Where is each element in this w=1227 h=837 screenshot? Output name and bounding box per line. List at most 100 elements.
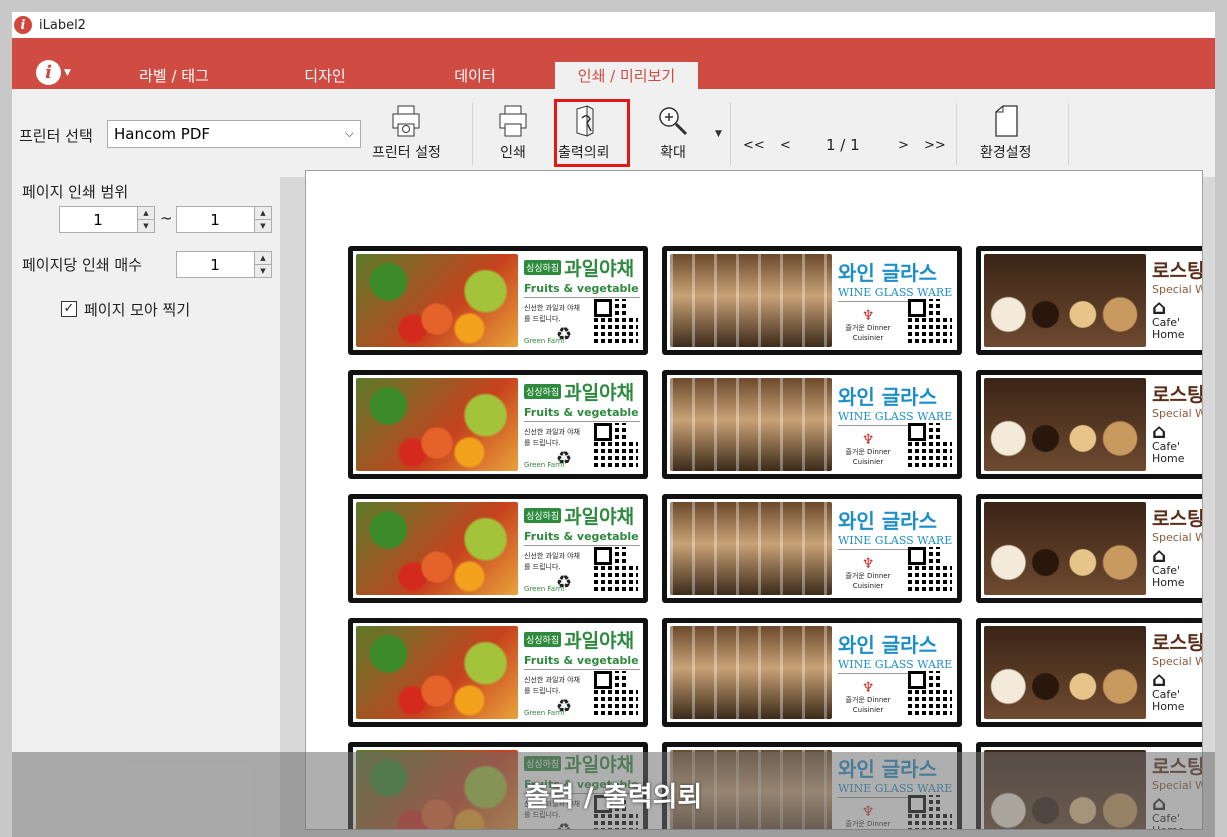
cafe-title: 로스팅 bbox=[1152, 508, 1203, 530]
cafe-home: ⌂Cafe'Home bbox=[1152, 297, 1184, 341]
wine-info: 와인 글라스WINE GLASS WARE♆즐거운 DinnerCuisinie… bbox=[832, 378, 954, 471]
chevron-down-icon: ▼ bbox=[64, 67, 71, 78]
fruit-subtitle: Fruits & vegetable bbox=[524, 282, 640, 298]
tab-label-tag[interactable]: 라벨 / 태그 bbox=[104, 62, 244, 89]
printer-select[interactable]: Hancom PDF ⌵ bbox=[107, 120, 361, 148]
spin-down-icon[interactable]: ▼ bbox=[255, 264, 271, 277]
wine-photo bbox=[670, 502, 832, 595]
fruit-photo bbox=[356, 378, 518, 471]
page-range-label: 페이지 인쇄 범위 bbox=[22, 183, 129, 201]
fruit-label: 싱싱하침과일야채 Fruits & vegetable 신선한 과일과 야채를 드립… bbox=[348, 370, 648, 479]
label-grid: 싱싱하침 과일야채 Fruits & vegetable 신선한 과일과 야채를 드립… bbox=[348, 246, 1203, 829]
qr-code-icon bbox=[594, 547, 638, 591]
cafe-photo bbox=[984, 378, 1146, 471]
toolbar-divider bbox=[472, 103, 473, 165]
tab-design[interactable]: 디자인 bbox=[255, 62, 395, 89]
print-button[interactable]: 인쇄 bbox=[494, 103, 532, 162]
spin-up-icon[interactable]: ▲ bbox=[138, 207, 154, 219]
fruit-title: 과일야채 bbox=[564, 382, 635, 404]
settings-button[interactable]: 환경설정 bbox=[980, 103, 1032, 162]
spin-down-icon[interactable]: ▼ bbox=[255, 219, 271, 232]
prev-page-button[interactable]: < bbox=[780, 138, 791, 153]
wine-chef: ♆즐거운 Dinner Cuisinier bbox=[838, 557, 898, 591]
collate-checkbox[interactable]: ✓ bbox=[61, 301, 77, 317]
recycle-icon: ♻ bbox=[556, 572, 573, 593]
tab-print-preview[interactable]: 인쇄 / 미리보기 bbox=[555, 62, 698, 89]
wine-line2: Cuisinier bbox=[852, 706, 884, 714]
first-page-button[interactable]: << bbox=[743, 138, 765, 153]
cafe-label: 로스팅Special W⌂Cafe'Home bbox=[976, 494, 1203, 603]
wine-line1: 즐거운 Dinner bbox=[845, 324, 891, 332]
fruit-label: 싱싱하침과일야채 Fruits & vegetable 신선한 과일과 야채를 드립… bbox=[348, 618, 648, 727]
wine-line1: 즐거운 Dinner bbox=[845, 448, 891, 456]
fruit-desc: 신선한 과일과 야채를 드립니다. bbox=[524, 676, 580, 695]
cafe-title: 로스팅 bbox=[1152, 260, 1203, 282]
wine-line2: Cuisinier bbox=[852, 582, 884, 590]
collate-label: 페이지 모아 찍기 bbox=[84, 301, 191, 319]
qr-code-icon bbox=[594, 671, 638, 715]
copies-spinner[interactable]: 1 ▲ ▼ bbox=[176, 251, 272, 278]
spin-up-icon[interactable]: ▲ bbox=[255, 252, 271, 264]
cafe-home: ⌂Cafe'Home bbox=[1152, 669, 1184, 713]
wine-title: 와인 글라스 bbox=[838, 385, 937, 409]
spin-up-icon[interactable]: ▲ bbox=[255, 207, 271, 219]
printer-select-value: Hancom PDF bbox=[114, 125, 211, 143]
chevron-down-icon: ⌵ bbox=[344, 126, 354, 140]
zoom-dropdown-icon[interactable]: ▼ bbox=[715, 129, 722, 139]
cafe-photo bbox=[984, 254, 1146, 347]
window-title: iLabel2 bbox=[39, 17, 86, 33]
recycle-icon: ♻ bbox=[556, 448, 573, 469]
info-icon: i bbox=[36, 60, 61, 85]
house-icon: ⌂ bbox=[1152, 667, 1167, 691]
wine-line2: Cuisinier bbox=[852, 458, 884, 466]
range-from-spinner[interactable]: 1 ▲ ▼ bbox=[59, 206, 155, 233]
fruit-subtitle: Fruits & vegetable bbox=[524, 654, 640, 670]
last-page-button[interactable]: >> bbox=[924, 138, 946, 153]
title-bar: i iLabel2 bbox=[12, 12, 1215, 38]
toolbar: 프린터 선택 Hancom PDF ⌵ 프린터 설정 인쇄 출력의뢰 확대 ▼ … bbox=[12, 89, 1215, 177]
cafe-line2: Home bbox=[1152, 576, 1185, 589]
next-page-button[interactable]: > bbox=[898, 138, 909, 153]
cafe-line2: Home bbox=[1152, 452, 1185, 465]
cafe-home: ⌂Cafe'Home bbox=[1152, 421, 1184, 465]
toolbar-divider bbox=[1068, 103, 1069, 165]
fruit-photo bbox=[356, 254, 518, 347]
qr-code-icon bbox=[908, 299, 952, 343]
app-menu-button[interactable]: i ▼ bbox=[36, 60, 71, 85]
recycle-icon: ♻ bbox=[556, 324, 573, 345]
cafe-info: 로스팅Special W⌂Cafe'Home bbox=[1146, 254, 1203, 347]
house-icon: ⌂ bbox=[1152, 419, 1167, 443]
printer-label: 프린터 선택 bbox=[19, 127, 93, 145]
range-separator: ~ bbox=[160, 209, 173, 227]
wine-photo bbox=[670, 254, 832, 347]
spin-down-icon[interactable]: ▼ bbox=[138, 219, 154, 232]
document-icon bbox=[995, 105, 1018, 137]
cafe-info: 로스팅Special W⌂Cafe'Home bbox=[1146, 502, 1203, 595]
cafe-title: 로스팅 bbox=[1152, 384, 1203, 406]
qr-code-icon bbox=[908, 423, 952, 467]
fruit-title: 과일야채 bbox=[564, 506, 635, 528]
cafe-home: ⌂Cafe'Home bbox=[1152, 545, 1184, 589]
chef-icon: ♆ bbox=[861, 432, 875, 448]
wine-label: 와인 글라스WINE GLASS WARE♆즐거운 DinnerCuisinie… bbox=[662, 494, 962, 603]
wine-chef: ♆즐거운 Dinner Cuisinier bbox=[838, 681, 898, 715]
fruit-badge: 싱싱하침 bbox=[524, 384, 562, 399]
house-icon: ⌂ bbox=[1152, 543, 1167, 567]
fruit-label: 싱싱하침과일야채 Fruits & vegetable 신선한 과일과 야채를 드립… bbox=[348, 246, 648, 355]
print-label: 인쇄 bbox=[500, 145, 526, 161]
fruit-subtitle: Fruits & vegetable bbox=[524, 406, 640, 422]
fruit-photo bbox=[356, 502, 518, 595]
menu-bar: i ▼ 라벨 / 태그 디자인 데이터 인쇄 / 미리보기 bbox=[12, 38, 1215, 89]
wine-line1: 즐거운 Dinner bbox=[845, 572, 891, 580]
tab-data[interactable]: 데이터 bbox=[405, 62, 545, 89]
wine-info: 와인 글라스WINE GLASS WARE♆즐거운 DinnerCuisinie… bbox=[832, 502, 954, 595]
wine-label: 와인 글라스WINE GLASS WARE♆즐거운 DinnerCuisinie… bbox=[662, 618, 962, 727]
chef-icon: ♆ bbox=[861, 556, 875, 572]
range-to-spinner[interactable]: 1 ▲ ▼ bbox=[176, 206, 272, 233]
wine-info: 와인 글라스WINE GLASS WARE♆즐거운 DinnerCuisinie… bbox=[832, 626, 954, 719]
wine-chef: ♆즐거운 Dinner Cuisinier bbox=[838, 433, 898, 467]
qr-code-icon bbox=[908, 671, 952, 715]
zoom-button[interactable]: 확대 bbox=[654, 103, 692, 162]
printer-setup-button[interactable]: 프린터 설정 bbox=[372, 103, 441, 162]
cafe-line2: Home bbox=[1152, 328, 1185, 341]
